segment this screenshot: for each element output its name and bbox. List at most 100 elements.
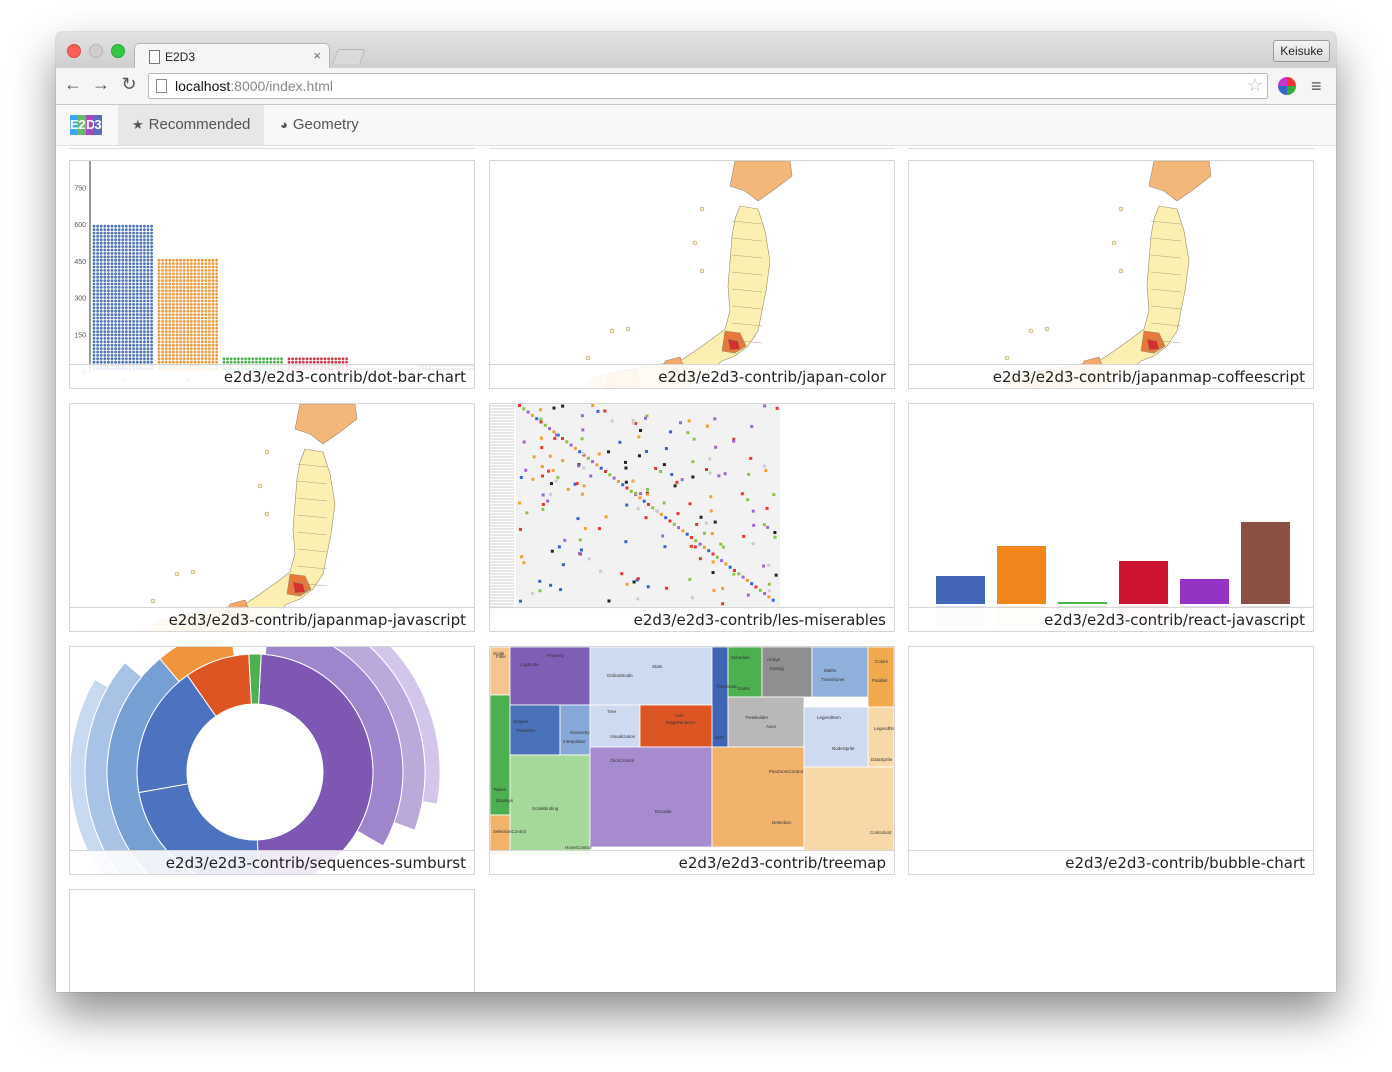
chart-card[interactable]: e2d3/e2d3-contrib/japanmap-javascript <box>69 403 475 632</box>
data-dot <box>150 282 153 286</box>
back-arrow-icon[interactable]: ← <box>62 74 84 95</box>
data-dot <box>157 279 161 282</box>
data-dot <box>99 245 103 248</box>
data-dot <box>182 347 186 350</box>
zoom-window-button[interactable] <box>111 44 125 58</box>
chart-card[interactable]: Scale LogScale OrdinalScale TimeScale Schedu… <box>489 646 895 875</box>
data-dot <box>139 255 143 259</box>
bookmark-star-icon[interactable]: ☆ <box>1247 75 1263 96</box>
e2d3-logo[interactable]: E 2 D 3 <box>70 115 102 135</box>
data-dot <box>338 357 341 361</box>
data-dot <box>107 224 110 228</box>
data-dot <box>197 296 200 299</box>
chart-card[interactable]: 7506004503001500AB e2d3/e2d3-contrib/dot… <box>69 160 475 389</box>
data-dot <box>161 269 164 272</box>
chart-card[interactable]: e2d3/e2d3-contrib/bubble-chart <box>908 646 1314 875</box>
chart-card[interactable] <box>69 889 475 992</box>
minimize-window-button[interactable] <box>89 44 103 58</box>
chart-card[interactable]: e2d3/e2d3-contrib/react-javascript <box>908 403 1314 632</box>
matrix-cell <box>698 542 702 546</box>
data-dot <box>103 354 107 357</box>
data-dot <box>132 289 135 293</box>
address-bar[interactable]: localhost:8000/index.html ☆ <box>148 73 1268 99</box>
matrix-cell <box>705 467 709 471</box>
data-dot <box>103 286 107 289</box>
data-dot <box>208 316 211 320</box>
matrix-cell <box>693 545 697 549</box>
data-dot <box>125 316 128 320</box>
data-dot <box>143 296 146 299</box>
data-dot <box>135 275 139 279</box>
data-dot <box>327 357 330 361</box>
logo-letter: D <box>86 115 95 135</box>
data-dot <box>168 330 172 333</box>
data-dot <box>128 320 132 323</box>
data-dot <box>161 265 164 269</box>
data-dot <box>125 320 128 323</box>
data-dot <box>168 326 172 330</box>
data-dot <box>186 275 190 279</box>
data-dot <box>175 316 179 320</box>
forward-arrow-icon[interactable]: → <box>90 74 112 95</box>
data-dot <box>200 343 204 347</box>
data-dot <box>182 292 186 296</box>
data-dot <box>208 279 211 282</box>
data-dot <box>110 330 114 333</box>
data-dot <box>208 306 211 310</box>
menu-icon[interactable]: ≡ <box>1311 76 1322 97</box>
chart-card[interactable]: e2d3/e2d3-contrib/japan-color <box>489 160 895 389</box>
data-dot <box>269 357 273 361</box>
data-dot <box>117 350 121 354</box>
data-dot <box>175 347 179 350</box>
data-dot <box>125 337 128 340</box>
treemap-label: ClickControl <box>610 758 634 763</box>
matrix-cell <box>661 534 665 538</box>
chart-card[interactable]: e2d3/e2d3-contrib/sequences-sumburst <box>69 646 475 875</box>
close-tab-icon[interactable]: × <box>313 48 321 63</box>
data-dot <box>139 224 143 228</box>
data-dot <box>146 235 150 238</box>
nav-geometry[interactable]: ◕ Geometry <box>266 105 373 145</box>
profile-button[interactable]: Keisuke <box>1273 40 1330 62</box>
data-dot <box>200 282 204 286</box>
island <box>257 483 263 489</box>
treemap-label: Property <box>547 653 565 658</box>
extension-icon[interactable] <box>1278 77 1296 95</box>
chart-card[interactable]: e2d3/e2d3-contrib/les-miserables <box>489 403 895 632</box>
data-dot <box>92 224 96 228</box>
data-dot <box>99 347 103 350</box>
close-window-button[interactable] <box>67 44 81 58</box>
treemap-label: Transition <box>516 728 536 733</box>
matrix-cell <box>603 409 607 413</box>
data-dot <box>99 313 103 316</box>
matrix-cell <box>691 596 695 600</box>
data-dot <box>193 337 197 340</box>
data-dot <box>110 333 114 337</box>
data-dot <box>204 275 208 279</box>
chart-card[interactable]: e2d3/e2d3-contrib/japanmap-coffeescript <box>908 160 1314 389</box>
matrix-cell <box>774 573 778 577</box>
matrix-cell <box>579 548 583 552</box>
data-dot <box>103 320 107 323</box>
data-dot <box>175 320 179 323</box>
data-dot <box>121 299 125 303</box>
data-dot <box>92 282 96 286</box>
browser-tab[interactable]: E2D3 × <box>134 43 330 70</box>
data-dot <box>175 354 179 357</box>
nav-recommended[interactable]: ★ Recommended <box>118 105 265 145</box>
matrix-cell <box>662 463 666 467</box>
treemap-label: NodeSprite <box>832 746 855 751</box>
data-dot <box>200 333 204 337</box>
data-dot <box>117 330 121 333</box>
data-dot <box>103 340 107 344</box>
data-dot <box>186 357 190 361</box>
data-dot <box>92 275 96 279</box>
reload-icon[interactable]: ↻ <box>118 74 140 95</box>
data-dot <box>146 354 150 357</box>
matrix-cell <box>543 423 547 427</box>
new-tab-button[interactable] <box>332 49 366 64</box>
data-dot <box>96 228 99 231</box>
data-dot <box>128 313 132 316</box>
matrix-cell <box>663 545 667 549</box>
chart-card-title: e2d3/e2d3-contrib/japanmap-javascript <box>70 607 474 631</box>
